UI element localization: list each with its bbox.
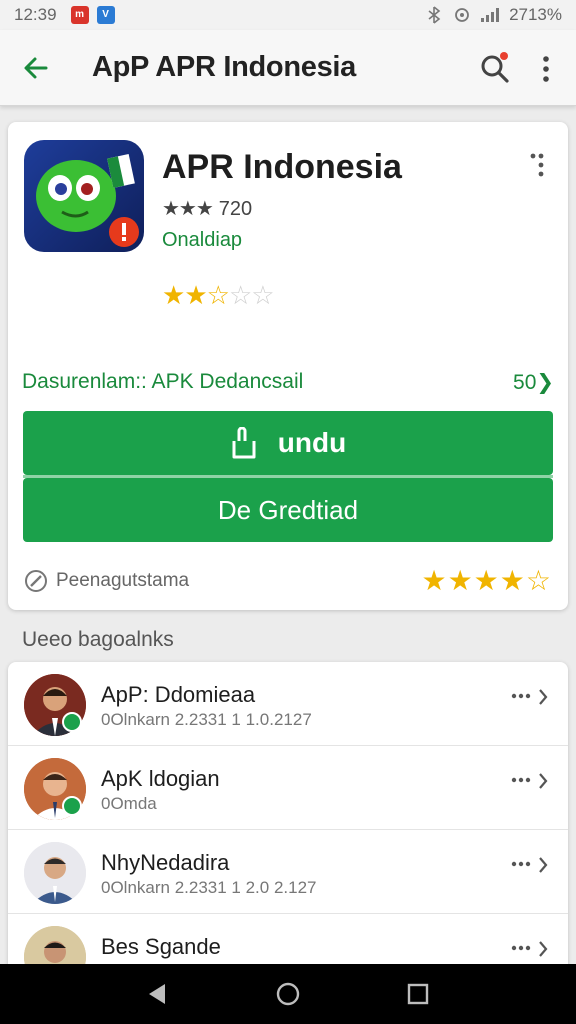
star-icon: ★ <box>184 280 207 310</box>
rating-stars: ★★☆☆☆ <box>162 280 275 311</box>
battery-text: 2713% <box>509 5 562 24</box>
verified-badge-icon <box>62 796 82 816</box>
avatar <box>24 842 86 904</box>
nav-home-icon[interactable] <box>275 981 301 1007</box>
star-icon: ★ <box>499 565 526 596</box>
meta-label: Dasurenlam:: APK Dedancsail <box>22 370 304 393</box>
list-item-title: Bes Sgande <box>101 934 221 959</box>
navigation-bar <box>0 964 576 1024</box>
meta-value-wrap: 50❯ <box>513 370 554 395</box>
list-item[interactable]: ApP: Ddomieaa 0Olnkarn 2.2331 1 1.0.2127 <box>8 662 568 746</box>
page-title: ApP APR Indonesia <box>92 51 356 83</box>
app-name: APR Indonesia <box>162 148 402 186</box>
arrow-back-icon[interactable] <box>22 54 50 82</box>
section-title: Ueeo bagoalnks <box>22 628 174 651</box>
star-icon: ★ <box>162 280 185 310</box>
sync-icon <box>455 8 469 22</box>
bluetooth-icon <box>428 6 441 24</box>
touch-icon <box>232 427 256 459</box>
install-button[interactable]: undu <box>23 411 553 475</box>
more-chevron-icon[interactable] <box>510 772 550 792</box>
nav-back-icon[interactable] <box>146 982 168 1006</box>
status-time: 12:39 <box>14 5 57 24</box>
more-chevron-icon[interactable] <box>510 856 550 876</box>
verified-badge-icon <box>62 712 82 732</box>
more-vert-icon[interactable] <box>538 54 554 84</box>
mini-rating: ★★★ 720 <box>162 196 252 221</box>
list-item-title: ApK ldogian <box>101 766 220 791</box>
review-row[interactable]: Peenagutstama ★★★★☆ <box>24 564 552 597</box>
meta-value: 50 <box>513 371 537 394</box>
download-button-label: De Gredtiad <box>217 494 359 525</box>
more-chevron-icon[interactable] <box>510 940 550 960</box>
star-icon: ★ <box>447 565 474 596</box>
list-item[interactable]: ApK ldogian 0Omda <box>8 746 568 830</box>
download-button[interactable]: De Gredtiad <box>23 478 553 542</box>
review-label: Peenagutstama <box>56 569 190 591</box>
meta-row[interactable]: Dasurenlam:: APK Dedancsail 50❯ <box>22 370 554 395</box>
app-notification-icon: V <box>96 6 115 24</box>
list-item-subtitle: 0Olnkarn 2.2331 1 1.0.2127 <box>101 710 312 729</box>
list-item[interactable]: NhyNedadira 0Olnkarn 2.2331 1 2.0 2.127 <box>8 830 568 914</box>
star-icon: ★ <box>421 565 448 596</box>
chevron-right-icon: ❯ <box>536 371 554 394</box>
app-bar: ApP APR Indonesia <box>0 30 576 106</box>
app-card: APR Indonesia ★★★ 720 Onaldiap ★★☆☆☆ Dasu… <box>8 122 568 610</box>
empty-star-icon: ☆ <box>228 280 252 310</box>
list-item-subtitle: 0Olnkarn 2.2331 1 2.0 2.127 <box>101 878 317 897</box>
mini-rating-count: 720 <box>218 198 253 220</box>
half-star-icon: ☆ <box>206 280 230 310</box>
card-more-icon[interactable] <box>530 152 544 178</box>
nav-recents-icon[interactable] <box>406 982 430 1006</box>
app-icon <box>24 140 144 252</box>
empty-star-icon: ☆ <box>251 280 274 310</box>
notification-icon: m <box>70 6 89 24</box>
list-item-title: NhyNedadira <box>101 850 230 875</box>
edit-icon <box>25 569 47 592</box>
signal-icon <box>481 8 500 22</box>
install-button-label: undu <box>277 427 347 458</box>
mini-rating-stars: ★★★ <box>162 198 214 220</box>
more-chevron-icon[interactable] <box>510 688 550 708</box>
notification-dot <box>500 52 508 60</box>
review-stars[interactable]: ★★★★☆ <box>421 564 552 597</box>
star-icon: ★ <box>473 565 500 596</box>
search-button[interactable] <box>478 52 512 86</box>
app-list: ApP: Ddomieaa 0Olnkarn 2.2331 1 1.0.2127… <box>8 662 568 972</box>
list-item-subtitle: 0Omda <box>101 794 157 813</box>
developer-link[interactable]: Onaldiap <box>162 229 242 252</box>
status-bar: 12:39 m V 2713% <box>0 0 576 30</box>
list-item-title: ApP: Ddomieaa <box>101 682 256 707</box>
empty-star-icon: ☆ <box>525 565 552 596</box>
